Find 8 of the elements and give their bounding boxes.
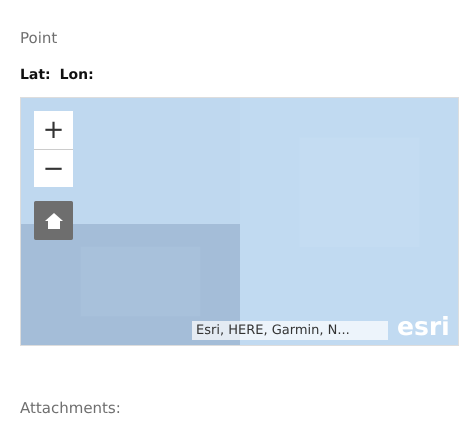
- home-icon: [44, 210, 64, 230]
- section-title: Point: [20, 28, 58, 48]
- attribution-text: Esri, HERE, Garmin, N...: [192, 321, 388, 340]
- zoom-out-button[interactable]: −: [34, 149, 73, 187]
- home-button[interactable]: [34, 201, 73, 240]
- esri-logo: esri: [397, 312, 450, 342]
- attachments-label: Attachments:: [20, 398, 122, 418]
- coordinates-text: Lat: Lon:: [20, 66, 95, 84]
